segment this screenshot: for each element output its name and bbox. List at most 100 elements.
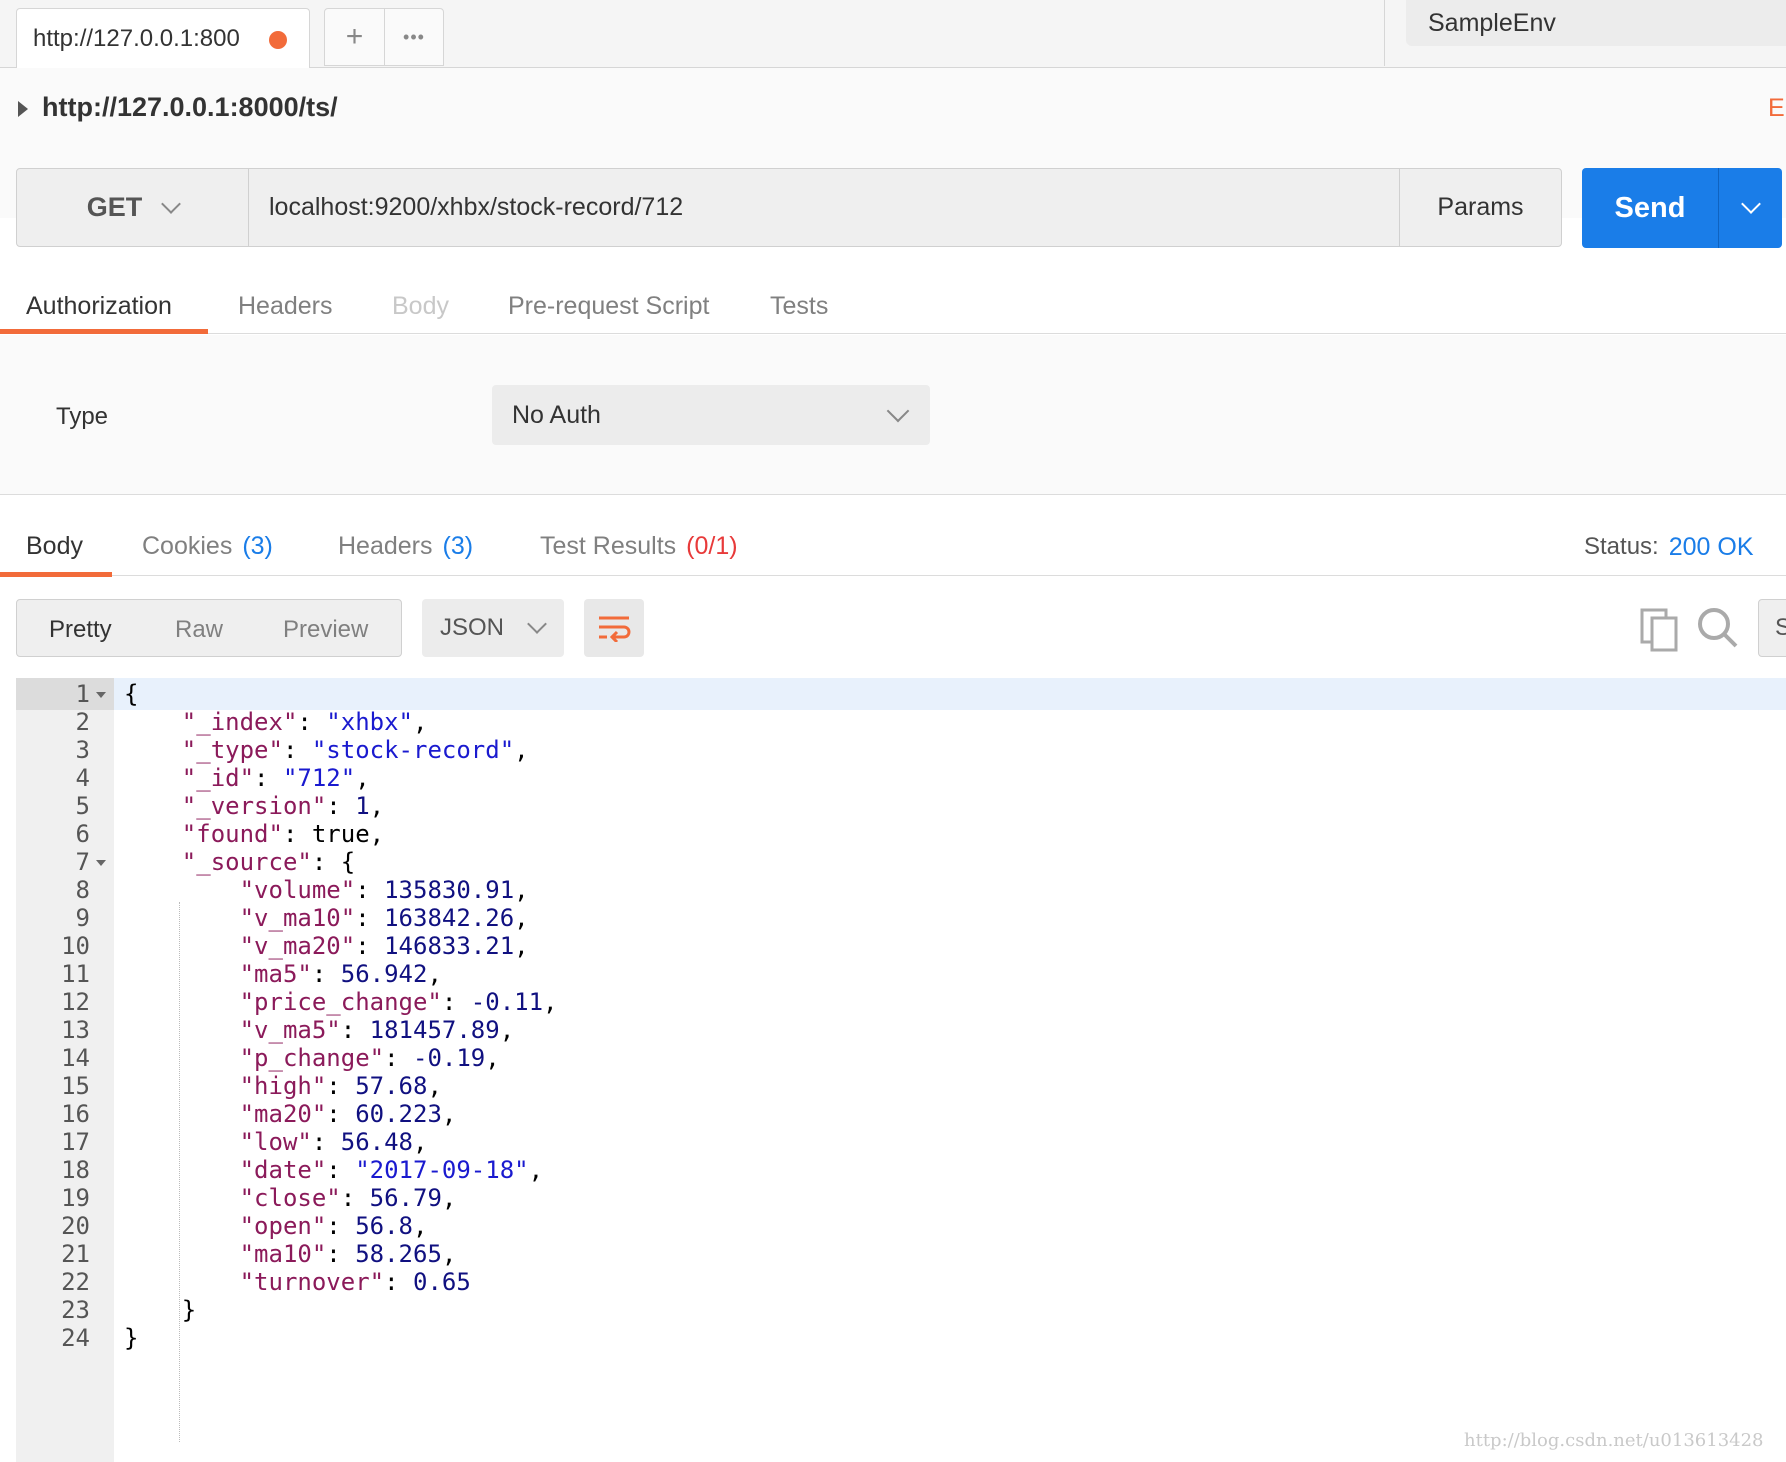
json-punctuation	[124, 1184, 240, 1212]
auth-type-select[interactable]: No Auth	[492, 385, 930, 445]
caret-right-icon[interactable]	[18, 101, 28, 117]
json-punctuation: ,	[514, 876, 529, 904]
json-number: 146833.21	[384, 932, 515, 960]
more-tabs-button[interactable]: •••	[383, 9, 443, 65]
json-punctuation: :	[311, 1128, 341, 1156]
method-select[interactable]: GET	[17, 169, 249, 246]
response-tab-body[interactable]: Body	[26, 518, 83, 574]
view-mode-raw[interactable]: Raw	[175, 616, 223, 644]
json-key: "date"	[239, 1156, 327, 1184]
status-value[interactable]: 200 OK	[1669, 533, 1754, 562]
json-punctuation	[124, 1212, 240, 1240]
search-icon[interactable]	[1696, 606, 1740, 650]
json-punctuation: :	[254, 764, 283, 792]
chevron-down-icon	[527, 614, 547, 634]
json-punctuation	[124, 904, 240, 932]
copy-icon[interactable]	[1640, 608, 1680, 652]
request-tab[interactable]: http://127.0.0.1:800	[16, 8, 310, 69]
response-body-editor[interactable]: 1{2 "_index": "xhbx", 3 "_type": "stock-r…	[16, 678, 1786, 1462]
json-punctuation: :	[340, 1016, 370, 1044]
json-punctuation	[124, 708, 182, 736]
new-tab-button[interactable]: +	[325, 9, 384, 65]
json-key: "open"	[239, 1212, 327, 1240]
response-tab-test-results[interactable]: Test Results (0/1)	[540, 518, 738, 574]
json-punctuation: ,	[514, 736, 529, 764]
json-key: "_version"	[181, 792, 327, 820]
json-number: 57.68	[355, 1072, 428, 1100]
view-mode-pretty[interactable]: Pretty	[49, 616, 112, 644]
tab-authorization[interactable]: Authorization	[26, 278, 172, 334]
environment-select[interactable]: SampleEnv	[1406, 0, 1786, 46]
format-select-value: JSON	[440, 614, 505, 641]
send-options-button[interactable]	[1718, 168, 1782, 248]
fold-toggle-icon[interactable]	[96, 692, 106, 698]
json-number: 0.65	[413, 1268, 471, 1296]
wrap-lines-button[interactable]	[584, 599, 644, 657]
fold-toggle-icon[interactable]	[96, 860, 106, 866]
response-tab-label: Test Results	[540, 531, 677, 560]
url-bar: GET Params	[16, 168, 1562, 247]
json-punctuation: ,	[485, 1044, 500, 1072]
count-badge: (3)	[242, 531, 273, 560]
chevron-down-icon	[161, 193, 182, 214]
active-tab-indicator	[0, 329, 208, 334]
json-punctuation	[124, 764, 182, 792]
json-punctuation: :	[441, 988, 471, 1016]
json-punctuation	[124, 1156, 240, 1184]
save-response-button[interactable]: S	[1758, 599, 1786, 657]
url-input[interactable]	[249, 169, 1399, 246]
json-key: "ma20"	[239, 1100, 327, 1128]
json-punctuation: :	[326, 1240, 356, 1268]
view-mode-preview[interactable]: Preview	[283, 616, 368, 644]
json-punctuation: :	[282, 736, 312, 764]
divider	[1384, 0, 1385, 66]
json-string: "712"	[282, 764, 356, 792]
json-punctuation: ,	[528, 1156, 544, 1184]
json-key: "v_ma5"	[239, 1016, 341, 1044]
watermark: http://blog.csdn.net/u013613428	[1464, 1430, 1764, 1451]
response-tab-headers[interactable]: Headers (3)	[338, 518, 473, 574]
code-line: 24}	[16, 1322, 1786, 1354]
tab-headers[interactable]: Headers	[238, 278, 333, 334]
response-status: Status: 200 OK	[1584, 518, 1754, 576]
json-number: 56.48	[340, 1128, 413, 1156]
json-punctuation: :	[326, 1212, 356, 1240]
tab-tests[interactable]: Tests	[770, 278, 828, 334]
json-punctuation	[124, 960, 240, 988]
json-punctuation: :	[355, 904, 385, 932]
response-tab-label: Cookies	[142, 531, 233, 560]
json-number: 56.79	[369, 1184, 442, 1212]
json-number: 181457.89	[369, 1016, 500, 1044]
json-punctuation: :	[297, 708, 327, 736]
json-key: "close"	[239, 1184, 341, 1212]
tab-pre-request-script[interactable]: Pre-request Script	[508, 278, 709, 334]
auth-panel: Type No Auth	[0, 335, 1786, 495]
response-tab-cookies[interactable]: Cookies (3)	[142, 518, 273, 574]
json-punctuation: ,	[355, 764, 370, 792]
active-tab-indicator	[0, 572, 112, 577]
json-punctuation: ,	[413, 1212, 428, 1240]
json-punctuation: ,	[413, 1128, 428, 1156]
examples-link[interactable]: E	[1768, 94, 1785, 123]
json-key: "turnover"	[239, 1268, 385, 1296]
request-tab-title: http://127.0.0.1:800	[33, 25, 240, 52]
json-punctuation: ,	[427, 1072, 442, 1100]
json-punctuation	[124, 1100, 240, 1128]
tab-body[interactable]: Body	[392, 278, 449, 334]
json-number: 135830.91	[384, 876, 515, 904]
json-string: "2017-09-18"	[355, 1156, 529, 1184]
json-punctuation: ,	[413, 708, 428, 736]
json-punctuation: :	[311, 960, 341, 988]
json-punctuation: ,	[543, 988, 558, 1016]
params-button[interactable]: Params	[1399, 169, 1561, 246]
json-punctuation: ,	[441, 1100, 457, 1128]
json-punctuation: :	[384, 1044, 413, 1072]
chevron-down-icon	[886, 399, 910, 423]
json-punctuation: ,	[427, 960, 442, 988]
json-key: "_source"	[181, 848, 312, 876]
json-key: "_type"	[181, 736, 283, 764]
auth-type-value: No Auth	[512, 400, 601, 429]
send-button[interactable]: Send	[1582, 168, 1718, 248]
format-select[interactable]: JSON	[422, 599, 564, 657]
json-punctuation: : {	[311, 848, 356, 876]
